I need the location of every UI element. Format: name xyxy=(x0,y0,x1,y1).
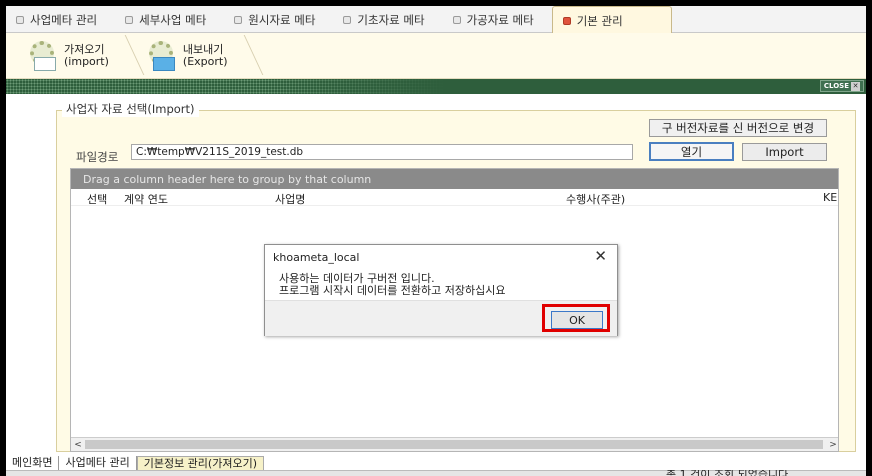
tab-icon xyxy=(16,15,24,24)
tab-icon xyxy=(343,15,352,24)
scrollbar-thumb[interactable] xyxy=(85,440,823,449)
tab-label: 원시자료 메타 xyxy=(248,12,316,27)
dialog-title: khoameta_local xyxy=(273,251,360,264)
tab-raw-data-meta[interactable]: 원시자료 메타 xyxy=(224,6,333,33)
app-window: 사업메타 관리 세부사업 메타 원시자료 메타 기초자료 메타 가공자료 메타 … xyxy=(6,6,866,476)
import-icon xyxy=(26,39,60,73)
close-icon: ✕ xyxy=(851,81,860,91)
file-path-input[interactable]: C:₩temp₩V211S_2019_test.db xyxy=(131,144,633,160)
dialog-close-icon[interactable]: ✕ xyxy=(594,247,607,265)
tab-base-data-meta[interactable]: 기초자료 메타 xyxy=(333,6,442,33)
export-icon xyxy=(145,39,179,73)
import-label: 가져오기 xyxy=(64,42,105,56)
export-sublabel: (Export) xyxy=(182,54,228,68)
column-header-ke[interactable]: KE xyxy=(823,191,837,204)
tab-icon xyxy=(562,16,571,25)
top-tab-bar: 사업메타 관리 세부사업 메타 원시자료 메타 기초자료 메타 가공자료 메타 … xyxy=(6,6,866,34)
tab-label: 기초자료 메타 xyxy=(357,12,425,27)
import-button[interactable]: 가져오기 (import) xyxy=(26,34,145,75)
panel-title: 사업자 자료 선택(Import) xyxy=(62,101,199,117)
bottom-tab-main[interactable]: 메인화면 xyxy=(6,456,60,470)
column-header-project-name[interactable]: 사업명 xyxy=(275,191,305,207)
tab-label: 기본 관리 xyxy=(576,13,623,28)
import-sublabel: (import) xyxy=(64,54,109,68)
column-header-contract-year[interactable]: 계약 연도 xyxy=(124,191,168,207)
message-dialog: khoameta_local ✕ 사용하는 데이터가 구버전 입니다. 프로그램… xyxy=(264,244,618,336)
status-text: 총 1 건이 조회 되었습니다 xyxy=(666,470,788,476)
tab-business-meta[interactable]: 사업메타 관리 xyxy=(6,6,115,33)
open-button[interactable]: 열기 xyxy=(649,142,734,161)
convert-version-button[interactable]: 구 버전자료를 신 버전으로 변경 xyxy=(649,119,827,137)
import-action-button[interactable]: Import xyxy=(742,143,827,161)
tab-icon xyxy=(452,15,461,24)
scroll-left-icon[interactable]: < xyxy=(71,438,85,451)
tab-label: 가공자료 메타 xyxy=(466,12,534,27)
tab-processed-data-meta[interactable]: 가공자료 메타 xyxy=(443,6,552,33)
dialog-message: 사용하는 데이터가 구버전 입니다. 프로그램 시작시 데이터를 전환하고 저장… xyxy=(279,273,506,297)
path-label: 파일경로 xyxy=(76,150,119,164)
tab-icon xyxy=(125,15,134,24)
group-by-panel[interactable]: Drag a column header here to group by th… xyxy=(71,169,838,189)
close-label: CLOSE xyxy=(823,82,849,90)
dialog-footer: OK xyxy=(265,300,617,336)
section-header-bar: CLOSE ✕ xyxy=(6,79,866,94)
column-header-contractor[interactable]: 수행사(주관) xyxy=(566,191,625,207)
bottom-tab-basic-info-import[interactable]: 기본정보 관리(가져오기) xyxy=(136,456,264,470)
ok-button[interactable]: OK xyxy=(551,311,603,329)
horizontal-scrollbar[interactable]: < > xyxy=(71,437,838,451)
tab-label: 세부사업 메타 xyxy=(139,12,207,27)
scroll-right-icon[interactable]: > xyxy=(826,438,838,451)
column-header-select[interactable]: 선택 xyxy=(87,191,107,207)
dialog-message-line-2: 프로그램 시작시 데이터를 전환하고 저장하십시요 xyxy=(279,284,506,297)
tab-icon xyxy=(234,15,243,24)
export-button[interactable]: 내보내기 (Export) xyxy=(145,34,263,75)
grid-header: 선택 계약 연도 사업명 수행사(주관) KE xyxy=(71,189,838,206)
close-button[interactable]: CLOSE ✕ xyxy=(819,80,864,92)
bottom-tab-business-meta[interactable]: 사업메타 관리 xyxy=(59,456,137,470)
bottom-tab-bar: 메인화면 사업메타 관리 기본정보 관리(가져오기) xyxy=(6,456,866,470)
export-label: 내보내기 xyxy=(182,42,224,56)
tab-basic-management[interactable]: 기본 관리 xyxy=(551,6,672,34)
tab-detail-meta[interactable]: 세부사업 메타 xyxy=(115,6,224,33)
toolbar: 가져오기 (import) 내보내기 (Export) xyxy=(6,33,866,79)
tab-label: 사업메타 관리 xyxy=(30,12,98,27)
